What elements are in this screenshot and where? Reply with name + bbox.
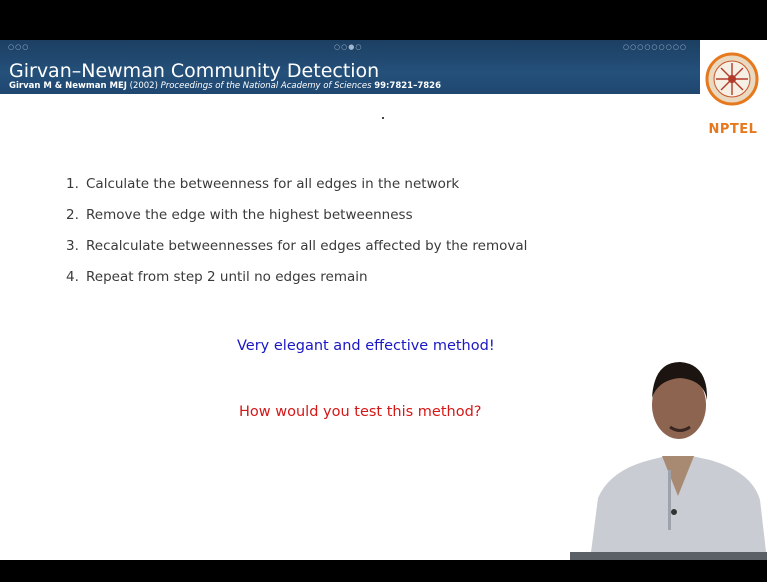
frame-nav-dots[interactable]: ○○○○○○○○○ <box>623 43 687 51</box>
step-text: Remove the edge with the highest between… <box>86 207 413 223</box>
highlight-statement: Very elegant and effective method! <box>237 338 495 354</box>
question-statement: How would you test this method? <box>239 404 482 420</box>
step-number: 1. <box>66 176 79 192</box>
step-number: 4. <box>66 269 79 285</box>
slide-title: Girvan–Newman Community Detection <box>9 60 380 82</box>
lapel-microphone <box>671 509 677 515</box>
slide-citation: Girvan M & Newman MEJ (2002) Proceedings… <box>9 81 441 91</box>
nptel-wordmark: NPTEL <box>708 122 758 137</box>
section-nav-dots[interactable]: ○○○ <box>8 43 29 51</box>
citation-authors: Girvan M & Newman MEJ <box>9 81 127 91</box>
video-letterbox-top <box>0 0 767 40</box>
step-item: 1. Calculate the betweenness for all edge… <box>66 172 527 203</box>
step-item: 3. Recalculate betweennesses for all edge… <box>66 234 527 265</box>
step-text: Repeat from step 2 until no edges remain <box>86 269 368 285</box>
stray-dot <box>382 117 384 119</box>
desk-edge <box>570 552 767 560</box>
citation-journal: Proceedings of the National Academy of S… <box>160 81 372 91</box>
step-number: 3. <box>66 238 79 254</box>
logo-hub <box>728 75 736 83</box>
shirt-placket <box>668 470 671 530</box>
citation-pages: 99:7821–7826 <box>374 81 441 91</box>
speaker-video-overlay <box>570 362 767 560</box>
citation-year: (2002) <box>129 81 158 91</box>
algorithm-steps-list: 1. Calculate the betweenness for all edge… <box>66 172 527 296</box>
step-item: 2. Remove the edge with the highest betwe… <box>66 203 527 234</box>
lecture-slide: ○○○ ○○●○ ○○○○○○○○○ Girvan–Newman Communi… <box>0 40 767 560</box>
subsection-nav-dots[interactable]: ○○●○ <box>334 43 362 51</box>
step-text: Recalculate betweennesses for all edges … <box>86 238 528 254</box>
step-number: 2. <box>66 207 79 223</box>
slide-header: ○○○ ○○●○ ○○○○○○○○○ Girvan–Newman Communi… <box>0 40 700 94</box>
step-item: 4. Repeat from step 2 until no edges rema… <box>66 265 527 296</box>
step-text: Calculate the betweenness for all edges … <box>86 176 460 192</box>
video-letterbox-bottom <box>0 560 767 582</box>
